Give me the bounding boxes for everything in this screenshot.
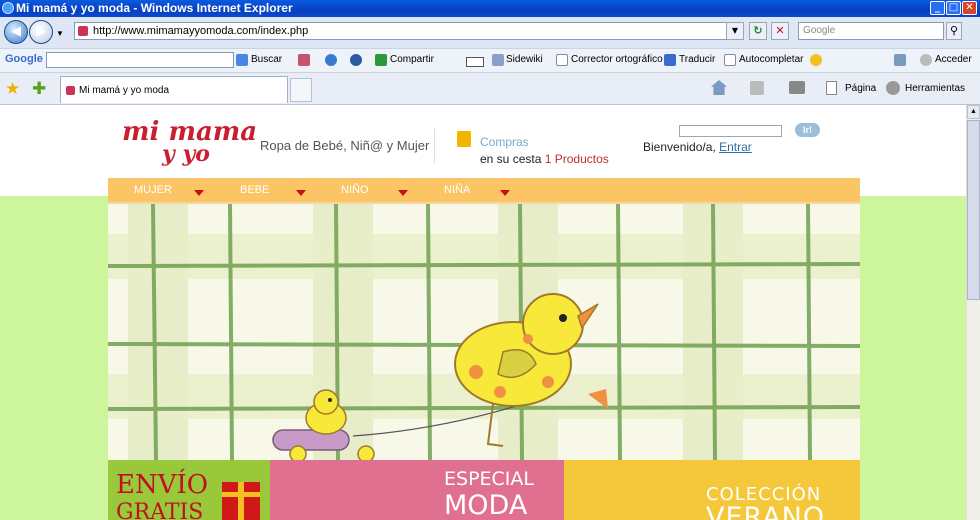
nav-item-nina[interactable]: NIÑA <box>444 184 470 196</box>
nav-item-bebe[interactable]: BEBE <box>240 184 269 196</box>
maximize-button[interactable]: □ <box>946 1 961 15</box>
minimize-button[interactable]: _ <box>930 1 945 15</box>
traducir-button[interactable]: Traducir <box>679 54 715 65</box>
google-search-input[interactable] <box>46 52 234 68</box>
logo-line2: y yo <box>162 141 210 167</box>
login-link[interactable]: Entrar <box>719 140 752 154</box>
nav-item-mujer[interactable]: MUJER <box>134 184 172 196</box>
tab-favicon <box>66 86 75 95</box>
add-favorite-icon[interactable]: ✚ <box>32 79 46 99</box>
gift-icon <box>222 482 260 520</box>
welcome-text: Bienvenido/a, <box>643 140 716 154</box>
promo-coleccion-line2: VERANO <box>706 502 826 520</box>
vertical-scrollbar[interactable]: ▲ <box>966 105 980 520</box>
nav-nina-arrow-icon[interactable] <box>500 190 510 196</box>
tab-current[interactable]: Mi mamá y yo moda <box>60 76 288 103</box>
spellcheck-icon <box>556 54 568 66</box>
google-logo: Google <box>5 53 43 65</box>
nav-nino-arrow-icon[interactable] <box>398 190 408 196</box>
print-icon[interactable] <box>789 81 805 94</box>
nav-bebe-arrow-icon[interactable] <box>296 190 306 196</box>
search-go-icon[interactable]: ⚲ <box>946 22 962 40</box>
promo-especial-line2: MODA <box>444 490 528 520</box>
share-icon <box>375 54 387 66</box>
sidewiki-button[interactable]: Sidewiki <box>506 54 543 65</box>
refresh-button[interactable]: ↻ <box>749 22 767 40</box>
feeds-icon[interactable] <box>750 81 764 95</box>
stop-button[interactable]: ✕ <box>771 22 789 40</box>
promo-especial-moda[interactable]: ESPECIAL MODA <box>270 460 564 520</box>
shopping-bag-icon[interactable] <box>457 131 471 147</box>
address-url: http://www.mimamayyomoda.com/index.php <box>93 25 309 37</box>
cart-prefix: en su cesta <box>480 152 542 166</box>
cart-label[interactable]: Compras <box>480 135 529 149</box>
buscar-button[interactable]: Buscar <box>251 54 282 65</box>
gear-icon <box>886 81 900 95</box>
header-divider <box>434 129 435 163</box>
history-dropdown-icon[interactable]: ▼ <box>56 29 64 38</box>
compartir-button[interactable]: Compartir <box>390 54 434 65</box>
google-toolbar: Google Buscar Compartir Sidewiki Correct… <box>0 49 980 73</box>
nav-item-nino[interactable]: NIÑO <box>341 184 369 196</box>
site-favicon <box>78 26 88 36</box>
tab-title: Mi mamá y yo moda <box>79 85 170 96</box>
page-viewport: mi mama y yo Ropa de Bebé, Niñ@ y Mujer … <box>0 105 966 520</box>
google-search-icon <box>236 54 248 66</box>
corrector-button[interactable]: Corrector ortográfico <box>571 54 663 65</box>
site-tagline: Ropa de Bebé, Niñ@ y Mujer <box>260 138 430 153</box>
window-title-bar: Mi mamá y yo moda - Windows Internet Exp… <box>0 0 980 17</box>
browser-search-input[interactable]: Google <box>798 22 944 40</box>
page-icon <box>826 81 837 95</box>
tab-bar: ★ ✚ Mi mamá y yo moda Página Herramienta… <box>0 73 980 105</box>
hero-banner[interactable] <box>108 204 860 460</box>
sidewiki-icon <box>492 54 504 66</box>
address-dropdown-button[interactable]: ▼ <box>726 22 744 40</box>
plus-icon[interactable] <box>325 54 337 66</box>
promo-envio-line2: GRATIS <box>116 500 204 520</box>
home-icon[interactable] <box>711 80 727 95</box>
wrench-icon[interactable] <box>894 54 906 66</box>
promo-coleccion-verano[interactable]: COLECCIÓN VERANO <box>564 460 860 520</box>
promo-especial-line1: ESPECIAL <box>444 468 534 490</box>
login-input[interactable] <box>679 125 782 137</box>
close-button[interactable]: ✕ <box>962 1 977 15</box>
user-icon <box>920 54 932 66</box>
welcome-message: Bienvenido/a, Entrar <box>643 140 752 154</box>
forward-button[interactable]: ▶ <box>29 20 53 44</box>
promo-envio-line1: ENVÍO <box>116 470 209 500</box>
address-bar[interactable]: http://www.mimamayyomoda.com/index.php <box>74 22 744 40</box>
cart-count[interactable]: 1 Productos <box>545 152 609 166</box>
globe-icon[interactable] <box>350 54 362 66</box>
favorites-star-icon[interactable]: ★ <box>5 79 20 99</box>
acceder-button[interactable]: Acceder <box>935 54 972 65</box>
window-title: Mi mamá y yo moda - Windows Internet Exp… <box>16 1 293 15</box>
cart-summary: en su cesta 1 Productos <box>480 152 609 166</box>
window-icon[interactable] <box>466 57 484 67</box>
hero-illustration <box>108 204 860 460</box>
promo-envio-gratis[interactable]: ENVÍO GRATIS <box>108 460 270 520</box>
new-tab-button[interactable] <box>290 78 312 102</box>
go-button[interactable]: Ir! <box>795 123 820 137</box>
ie-logo-icon <box>2 2 14 14</box>
address-toolbar: ◀ ▶ ▼ http://www.mimamayyomoda.com/index… <box>0 17 980 49</box>
herramientas-menu[interactable]: Herramientas <box>905 83 965 94</box>
scroll-up-button[interactable]: ▲ <box>967 105 980 119</box>
autofill-icon <box>724 54 736 66</box>
main-nav: MUJER BEBE NIÑO NIÑA <box>108 178 860 204</box>
pagina-menu[interactable]: Página <box>845 83 876 94</box>
back-button[interactable]: ◀ <box>4 20 28 44</box>
site-logo[interactable]: mi mama y yo <box>120 117 257 167</box>
bookmark-icon[interactable] <box>298 54 310 66</box>
autocompletar-button[interactable]: Autocompletar <box>739 54 803 65</box>
translate-icon <box>664 54 676 66</box>
scroll-thumb[interactable] <box>967 120 980 300</box>
highlighter-icon[interactable] <box>810 54 822 66</box>
nav-mujer-arrow-icon[interactable] <box>194 190 204 196</box>
